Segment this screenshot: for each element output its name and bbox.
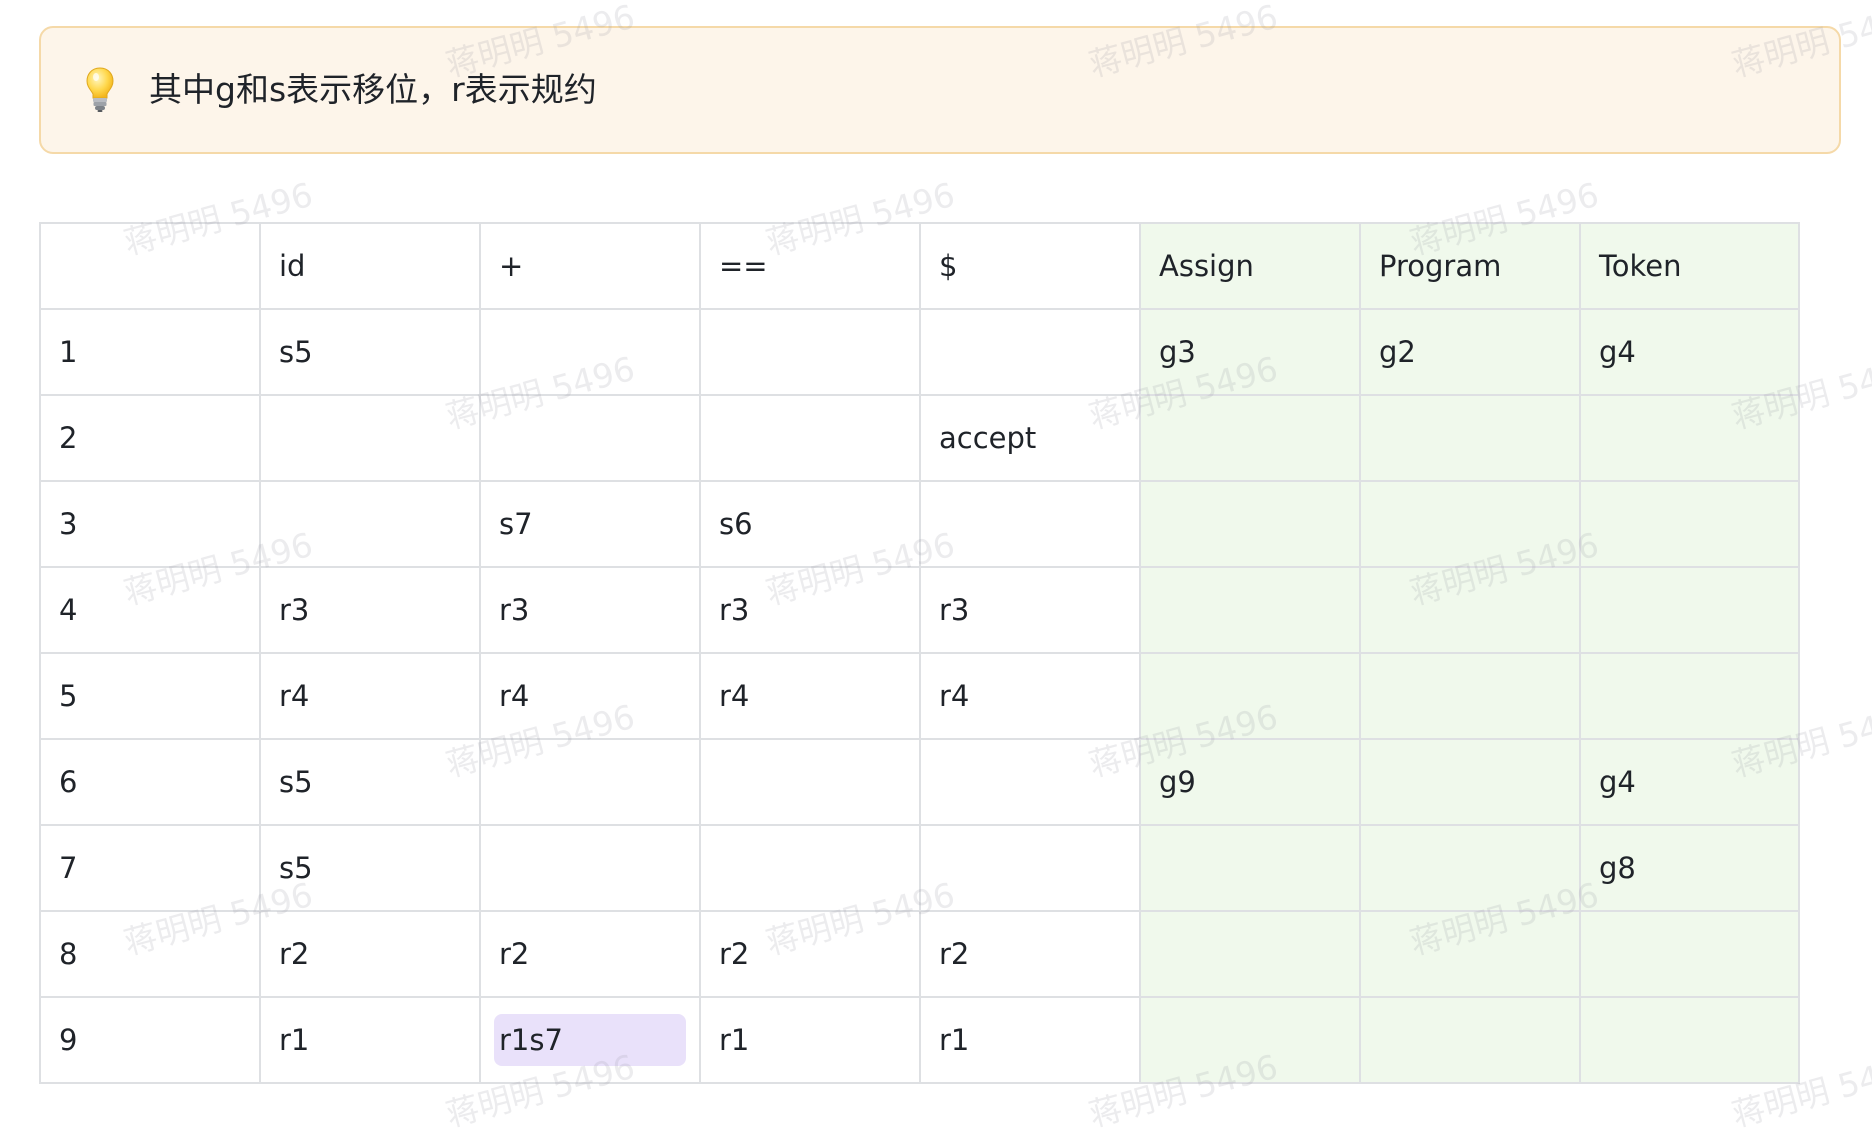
- table-row: 4 r3 r3 r3 r3: [39, 566, 1800, 654]
- table-cell[interactable]: s7: [479, 480, 701, 568]
- table-cell[interactable]: r4: [919, 652, 1141, 740]
- header-cell[interactable]: Program: [1359, 222, 1581, 310]
- table-cell[interactable]: s5: [259, 308, 481, 396]
- table-cell[interactable]: [1139, 652, 1361, 740]
- state-cell[interactable]: 9: [39, 996, 261, 1084]
- cell-text: r1s7: [499, 1023, 563, 1057]
- table-cell[interactable]: accept: [919, 394, 1141, 482]
- table-cell[interactable]: r2: [919, 910, 1141, 998]
- table-cell[interactable]: g4: [1579, 308, 1800, 396]
- table-cell[interactable]: [1139, 996, 1361, 1084]
- table-cell[interactable]: [1359, 480, 1581, 568]
- table-cell[interactable]: [699, 824, 921, 912]
- table-cell[interactable]: [919, 738, 1141, 826]
- header-cell[interactable]: [39, 222, 261, 310]
- header-cell[interactable]: +: [479, 222, 701, 310]
- table-cell[interactable]: r3: [479, 566, 701, 654]
- table-cell[interactable]: [479, 738, 701, 826]
- table-cell[interactable]: r1: [699, 996, 921, 1084]
- table-row: 2 accept: [39, 394, 1800, 482]
- header-cell[interactable]: $: [919, 222, 1141, 310]
- table-cell[interactable]: g3: [1139, 308, 1361, 396]
- table-cell[interactable]: r2: [259, 910, 481, 998]
- tip-callout: 其中g和s表示移位，r表示规约: [39, 26, 1841, 154]
- table-cell[interactable]: [1579, 566, 1800, 654]
- table-cell[interactable]: r1s7: [479, 996, 701, 1084]
- table-cell[interactable]: [1359, 652, 1581, 740]
- table-cell[interactable]: [479, 394, 701, 482]
- table-cell[interactable]: [1359, 738, 1581, 826]
- table-cell[interactable]: [479, 824, 701, 912]
- table-cell[interactable]: [1139, 394, 1361, 482]
- state-cell[interactable]: 2: [39, 394, 261, 482]
- table-cell[interactable]: [1139, 566, 1361, 654]
- parse-table: id + == $ Assign Program Token 1 s5 g3 g2 g4 2 accept…: [39, 222, 1800, 1084]
- table-cell[interactable]: r4: [699, 652, 921, 740]
- state-cell[interactable]: 6: [39, 738, 261, 826]
- table-cell[interactable]: [919, 308, 1141, 396]
- table-cell[interactable]: [1139, 910, 1361, 998]
- table-cell[interactable]: [1579, 652, 1800, 740]
- header-cell[interactable]: Token: [1579, 222, 1800, 310]
- state-cell[interactable]: 7: [39, 824, 261, 912]
- table-cell[interactable]: r3: [919, 566, 1141, 654]
- table-cell[interactable]: r1: [919, 996, 1141, 1084]
- table-cell[interactable]: [1579, 394, 1800, 482]
- table-cell[interactable]: [1359, 394, 1581, 482]
- table-row: 3 s7 s6: [39, 480, 1800, 568]
- table-cell[interactable]: [1579, 996, 1800, 1084]
- header-cell[interactable]: id: [259, 222, 481, 310]
- table-cell[interactable]: [699, 394, 921, 482]
- state-cell[interactable]: 5: [39, 652, 261, 740]
- table-cell[interactable]: r4: [479, 652, 701, 740]
- table-row: 9 r1 r1s7 r1 r1: [39, 996, 1800, 1084]
- table-cell[interactable]: g2: [1359, 308, 1581, 396]
- table-cell[interactable]: [1139, 480, 1361, 568]
- lightbulb-icon: [86, 67, 114, 112]
- table-cell[interactable]: [1579, 910, 1800, 998]
- table-cell[interactable]: s5: [259, 738, 481, 826]
- state-cell[interactable]: 4: [39, 566, 261, 654]
- state-cell[interactable]: 1: [39, 308, 261, 396]
- table-cell[interactable]: [919, 824, 1141, 912]
- table-row: 5 r4 r4 r4 r4: [39, 652, 1800, 740]
- table-cell[interactable]: r3: [259, 566, 481, 654]
- table-cell[interactable]: r1: [259, 996, 481, 1084]
- table-cell[interactable]: g9: [1139, 738, 1361, 826]
- state-cell[interactable]: 3: [39, 480, 261, 568]
- table-cell[interactable]: r4: [259, 652, 481, 740]
- table-cell[interactable]: r2: [699, 910, 921, 998]
- table-cell[interactable]: [1579, 480, 1800, 568]
- table-cell[interactable]: [259, 394, 481, 482]
- table-cell[interactable]: s5: [259, 824, 481, 912]
- table-cell[interactable]: [479, 308, 701, 396]
- header-cell[interactable]: Assign: [1139, 222, 1361, 310]
- table-cell[interactable]: [1359, 566, 1581, 654]
- document-page: 其中g和s表示移位，r表示规约 id + == $ Assign Program Token…: [0, 0, 1872, 1130]
- table-header-row: id + == $ Assign Program Token: [39, 222, 1800, 310]
- state-cell[interactable]: 8: [39, 910, 261, 998]
- table-cell[interactable]: [1359, 910, 1581, 998]
- parse-table-container: id + == $ Assign Program Token 1 s5 g3 g2 g4 2 accept…: [39, 222, 1800, 1084]
- table-cell[interactable]: g4: [1579, 738, 1800, 826]
- table-cell[interactable]: r2: [479, 910, 701, 998]
- table-row: 1 s5 g3 g2 g4: [39, 308, 1800, 396]
- header-cell[interactable]: ==: [699, 222, 921, 310]
- table-row: 6 s5 g9 g4: [39, 738, 1800, 826]
- table-cell[interactable]: s6: [699, 480, 921, 568]
- table-cell[interactable]: g8: [1579, 824, 1800, 912]
- table-cell[interactable]: r3: [699, 566, 921, 654]
- table-cell[interactable]: [1359, 996, 1581, 1084]
- table-cell[interactable]: [1139, 824, 1361, 912]
- table-cell[interactable]: [259, 480, 481, 568]
- table-cell[interactable]: [919, 480, 1141, 568]
- callout-text: 其中g和s表示移位，r表示规约: [149, 70, 597, 109]
- table-cell[interactable]: [1359, 824, 1581, 912]
- table-row: 8 r2 r2 r2 r2: [39, 910, 1800, 998]
- table-cell[interactable]: [699, 738, 921, 826]
- table-row: 7 s5 g8: [39, 824, 1800, 912]
- table-cell[interactable]: [699, 308, 921, 396]
